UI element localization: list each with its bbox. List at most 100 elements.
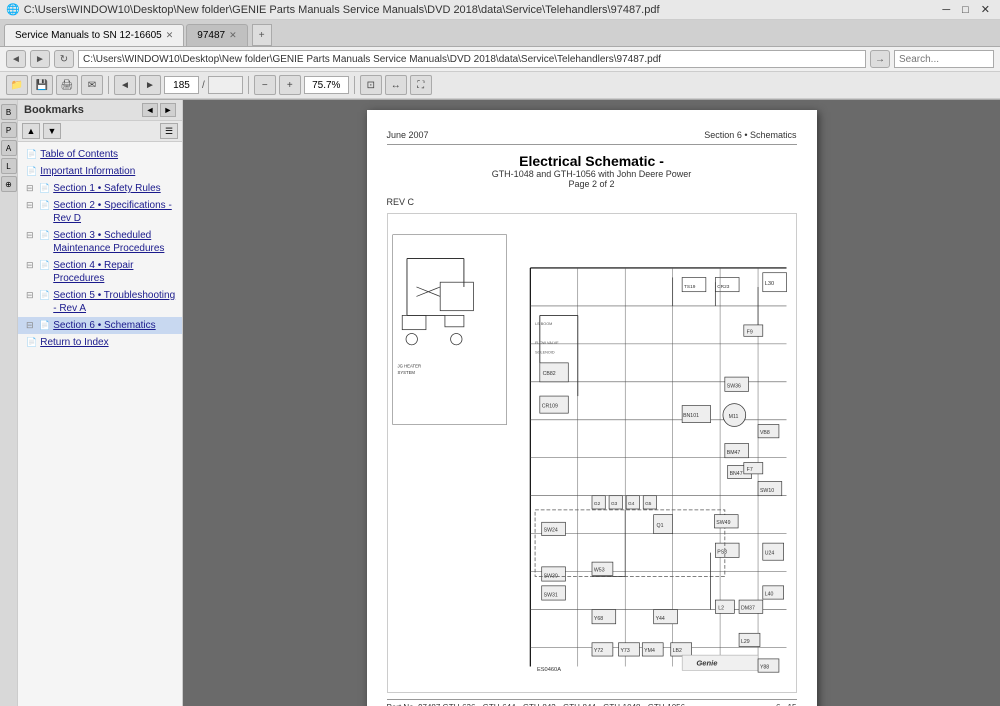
svg-text:Y88: Y88 bbox=[759, 664, 768, 670]
bookmark-sec3[interactable]: ⊟ 📄 Section 3 • Scheduled Maintenance Pr… bbox=[18, 227, 182, 257]
minimize-icon[interactable]: ─ bbox=[938, 4, 954, 16]
refresh-button[interactable]: ↻ bbox=[54, 50, 74, 68]
bookmark-sec6-label: Section 6 • Schematics bbox=[53, 319, 178, 332]
bookmarks-tree: 📄 Table of Contents 📄 Important Informat… bbox=[18, 142, 182, 706]
toolbar-separator-3 bbox=[354, 76, 355, 94]
browser-chrome: 🌐 C:\Users\WINDOW10\Desktop\New folder\G… bbox=[0, 0, 1000, 100]
svg-text:DM37: DM37 bbox=[740, 606, 754, 612]
zoom-out-button[interactable]: − bbox=[254, 75, 276, 95]
attachments-panel-toggle[interactable]: ⊕ bbox=[1, 176, 17, 192]
svg-text:VB8: VB8 bbox=[759, 430, 769, 436]
bookmarks-expand-button[interactable]: ► bbox=[160, 103, 176, 117]
fit-page-button[interactable]: ⊡ bbox=[360, 75, 382, 95]
pdf-title-block: Electrical Schematic - GTH-1048 and GTH-… bbox=[387, 153, 797, 189]
address-bar[interactable] bbox=[78, 50, 866, 68]
bookmark-sec1[interactable]: ⊟ 📄 Section 1 • Safety Rules bbox=[18, 180, 182, 197]
go-button[interactable]: → bbox=[870, 50, 890, 68]
bookmark-sec2-icon: 📄 bbox=[39, 200, 50, 212]
svg-text:M11: M11 bbox=[728, 414, 738, 420]
svg-text:PS3: PS3 bbox=[717, 550, 727, 556]
close-icon[interactable]: ✕ bbox=[977, 3, 994, 16]
svg-text:G2: G2 bbox=[593, 501, 600, 507]
bookmark-toc[interactable]: 📄 Table of Contents bbox=[18, 146, 182, 163]
fit-width-button[interactable]: ↔ bbox=[385, 75, 407, 95]
bookmark-return[interactable]: 📄 Return to Index bbox=[18, 334, 182, 351]
bookmark-sec5-label: Section 5 • Troubleshooting - Rev A bbox=[53, 289, 178, 315]
search-input[interactable] bbox=[894, 50, 994, 68]
tab-service-manuals[interactable]: Service Manuals to SN 12-16605 ✕ bbox=[4, 24, 184, 46]
pdf-header-right: Section 6 • Schematics bbox=[704, 130, 796, 140]
bookmarks-collapse-button[interactable]: ◄ bbox=[142, 103, 158, 117]
pdf-rev: REV C bbox=[387, 197, 797, 207]
bookmarks-panel-toggle[interactable]: B bbox=[1, 104, 17, 120]
bookmarks-down-button[interactable]: ▼ bbox=[43, 123, 61, 139]
bookmarks-panel: Bookmarks ◄ ► ▲ ▼ ☰ 📄 Table of Contents … bbox=[18, 100, 183, 706]
svg-text:JG HEATER: JG HEATER bbox=[397, 364, 421, 369]
svg-text:G4: G4 bbox=[628, 501, 635, 507]
toolbar-separator-2 bbox=[248, 76, 249, 94]
bookmark-sec3-label: Section 3 • Scheduled Maintenance Proced… bbox=[53, 229, 178, 255]
bookmark-sec5[interactable]: ⊟ 📄 Section 5 • Troubleshooting - Rev A bbox=[18, 287, 182, 317]
maximize-icon[interactable]: □ bbox=[958, 4, 973, 16]
svg-text:SYSTEM: SYSTEM bbox=[397, 370, 415, 375]
title-bar: 🌐 C:\Users\WINDOW10\Desktop\New folder\G… bbox=[0, 0, 1000, 20]
bookmark-sec4[interactable]: ⊟ 📄 Section 4 • Repair Procedures bbox=[18, 257, 182, 287]
bookmarks-panel-title: Bookmarks bbox=[24, 104, 84, 116]
tab2-label: 97487 bbox=[197, 30, 225, 41]
fullscreen-button[interactable]: ⛶ bbox=[410, 75, 432, 95]
layers-panel-toggle[interactable]: L bbox=[1, 158, 17, 174]
next-page-button[interactable]: ► bbox=[139, 75, 161, 95]
svg-text:L2: L2 bbox=[718, 606, 724, 612]
bookmark-sec1-icon: 📄 bbox=[39, 183, 50, 195]
tab2-close-icon[interactable]: ✕ bbox=[229, 30, 237, 41]
zoom-level-input[interactable] bbox=[304, 76, 349, 94]
svg-text:TS19: TS19 bbox=[684, 284, 696, 290]
current-page-input[interactable] bbox=[164, 76, 199, 94]
svg-text:BM47: BM47 bbox=[726, 450, 740, 456]
total-pages-display: 196 bbox=[208, 76, 243, 94]
print-button[interactable]: 🖨 bbox=[56, 75, 78, 95]
pdf-viewer-area[interactable]: June 2007 Section 6 • Schematics Electri… bbox=[183, 100, 1000, 706]
forward-button[interactable]: ► bbox=[30, 50, 50, 68]
bookmarks-panel-header: Bookmarks ◄ ► bbox=[18, 100, 182, 121]
tab-97487[interactable]: 97487 ✕ bbox=[186, 24, 247, 46]
bookmark-sec2-label: Section 2 • Specifications - Rev D bbox=[53, 199, 178, 225]
sec6-expand-icon: ⊟ bbox=[26, 320, 36, 332]
email-button[interactable]: ✉ bbox=[81, 75, 103, 95]
svg-text:LB2: LB2 bbox=[672, 648, 681, 654]
bookmark-toc-label: Table of Contents bbox=[40, 148, 178, 161]
zoom-in-button[interactable]: + bbox=[279, 75, 301, 95]
pdf-header: June 2007 Section 6 • Schematics bbox=[387, 130, 797, 145]
svg-text:Y44: Y44 bbox=[655, 616, 664, 622]
pages-panel-toggle[interactable]: P bbox=[1, 122, 17, 138]
save-button[interactable]: 💾 bbox=[31, 75, 53, 95]
bookmark-sec2[interactable]: ⊟ 📄 Section 2 • Specifications - Rev D bbox=[18, 197, 182, 227]
sec2-expand-icon: ⊟ bbox=[26, 200, 36, 212]
bookmark-return-label: Return to Index bbox=[40, 336, 178, 349]
svg-text:Y73: Y73 bbox=[620, 648, 629, 654]
svg-text:SW36: SW36 bbox=[726, 384, 740, 390]
tab-bar: Service Manuals to SN 12-16605 ✕ 97487 ✕… bbox=[0, 20, 1000, 47]
annotations-panel-toggle[interactable]: A bbox=[1, 140, 17, 156]
bookmarks-menu-button[interactable]: ☰ bbox=[160, 123, 178, 139]
open-button[interactable]: 📁 bbox=[6, 75, 28, 95]
svg-text:ES0460A: ES0460A bbox=[536, 667, 560, 673]
prev-page-button[interactable]: ◄ bbox=[114, 75, 136, 95]
new-tab-button[interactable]: + bbox=[252, 24, 272, 46]
svg-text:FLOW VALVE: FLOW VALVE bbox=[535, 341, 559, 345]
bookmarks-up-button[interactable]: ▲ bbox=[22, 123, 40, 139]
bookmark-sec5-icon: 📄 bbox=[39, 290, 50, 302]
pdf-toolbar: 📁 💾 🖨 ✉ ◄ ► / 196 − + ⊡ ↔ ⛶ bbox=[0, 72, 1000, 99]
bookmark-important[interactable]: 📄 Important Information bbox=[18, 163, 182, 180]
sec3-expand-icon: ⊟ bbox=[26, 230, 36, 242]
pdf-subtitle: GTH-1048 and GTH-1056 with John Deere Po… bbox=[387, 169, 797, 179]
back-button[interactable]: ◄ bbox=[6, 50, 26, 68]
svg-text:CR23: CR23 bbox=[717, 284, 729, 290]
svg-text:F9: F9 bbox=[746, 329, 752, 335]
svg-text:SW31: SW31 bbox=[543, 592, 557, 598]
bookmark-sec1-label: Section 1 • Safety Rules bbox=[53, 182, 178, 195]
tab1-close-icon[interactable]: ✕ bbox=[166, 30, 174, 41]
pdf-subtitle2: Page 2 of 2 bbox=[387, 179, 797, 189]
svg-text:CB82: CB82 bbox=[542, 371, 555, 377]
bookmark-sec6[interactable]: ⊟ 📄 Section 6 • Schematics bbox=[18, 317, 182, 334]
